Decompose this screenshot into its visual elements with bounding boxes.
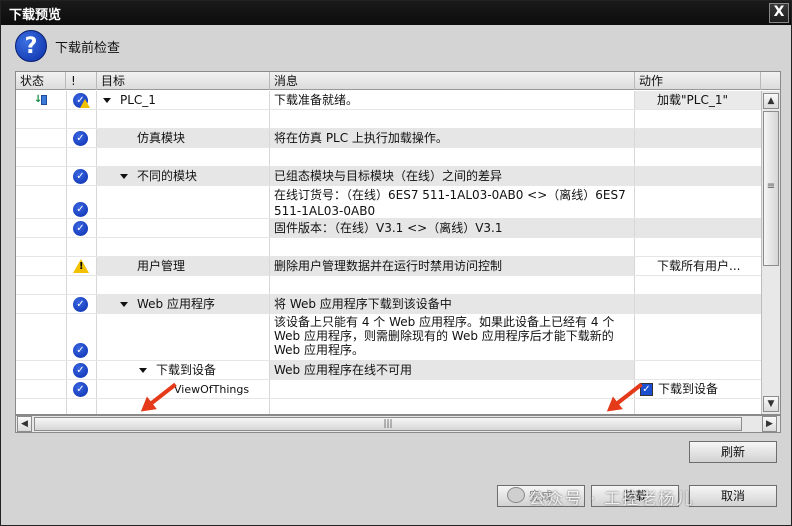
- row-target: 不同的模块: [137, 169, 198, 183]
- table-row[interactable]: ✓ 在线订货号：（在线）6ES7 511-1AL03-0AB0 <>（离线）6E…: [16, 186, 761, 219]
- expand-icon[interactable]: [120, 174, 128, 179]
- check-icon: ✓: [73, 297, 88, 312]
- table-row[interactable]: ✓ ViewOfThings ✓ 下载到设备: [16, 380, 761, 399]
- row-target: 用户管理: [97, 257, 269, 275]
- table-row[interactable]: ✓ 固件版本：（在线）V3.1 <>（离线）V3.1: [16, 219, 761, 238]
- action-select[interactable]: 加载"PLC_1": [635, 91, 761, 109]
- table-header: 状态 ! 目标 消息 动作: [16, 72, 780, 90]
- action-select[interactable]: 下载所有用户...: [635, 257, 761, 275]
- col-target[interactable]: 目标: [97, 72, 270, 90]
- table-row[interactable]: ✓ 该设备上只能有 4 个 Web 应用程序。如果此设备上已经有 4 个 Web…: [16, 314, 761, 361]
- check-icon: ✓: [73, 131, 88, 146]
- title-bar: 下载预览 X: [1, 1, 791, 25]
- row-target: 仿真模块: [97, 129, 269, 147]
- col-excl[interactable]: !: [67, 72, 97, 90]
- row-message: 已组态模块与目标模块（在线）之间的差异: [270, 167, 634, 185]
- online-sync-icon: ↓: [34, 95, 48, 105]
- expand-icon[interactable]: [120, 302, 128, 307]
- wechat-icon: [507, 487, 525, 503]
- expand-icon[interactable]: [139, 368, 147, 373]
- col-message[interactable]: 消息: [270, 72, 635, 90]
- check-table: 状态 ! 目标 消息 动作 ↓ ✓ PLC_1 下载准备就绪。 加载"PLC_1…: [15, 71, 781, 415]
- expand-icon[interactable]: [103, 98, 111, 103]
- row-message: 固件版本：（在线）V3.1 <>（离线）V3.1: [270, 219, 634, 237]
- scroll-down-icon[interactable]: ▼: [763, 396, 779, 412]
- refresh-button[interactable]: 刷新: [689, 441, 777, 463]
- scroll-right-icon[interactable]: ▶: [762, 416, 777, 432]
- row-message: 下载准备就绪。: [274, 93, 359, 107]
- row-target: ViewOfThings: [174, 383, 250, 396]
- header: ? 下载前检查: [15, 29, 120, 63]
- col-status[interactable]: 状态: [16, 72, 66, 90]
- horizontal-scrollbar[interactable]: ◀ ||| ▶: [15, 415, 781, 433]
- row-message: 在线订货号：（在线）6ES7 511-1AL03-0AB0 <>（离线）6ES7…: [274, 188, 626, 218]
- row-message: 该设备上只能有 4 个 Web 应用程序。如果此设备上已经有 4 个 Web 应…: [274, 315, 615, 357]
- header-title: 下载前检查: [55, 40, 121, 56]
- table-row[interactable]: ↓ ✓ PLC_1 下载准备就绪。 加载"PLC_1": [16, 91, 761, 110]
- table-row[interactable]: 用户管理 删除用户管理数据并在运行时禁用访问控制 下载所有用户...: [16, 257, 761, 276]
- check-warning-icon: ✓: [73, 93, 90, 109]
- download-preview-dialog: 下载预览 X ? 下载前检查 状态 ! 目标 消息 动作 ↓ ✓ PLC_1 下…: [0, 0, 792, 526]
- check-icon: ✓: [73, 202, 88, 217]
- check-icon: ✓: [73, 382, 88, 397]
- cancel-button[interactable]: 取消: [689, 485, 777, 507]
- watermark: 公众号 · 工控老杨儿: [507, 485, 694, 509]
- window-title: 下载预览: [9, 7, 62, 23]
- row-target: PLC_1: [120, 93, 156, 107]
- row-message: 删除用户管理数据并在运行时禁用访问控制: [270, 257, 634, 275]
- row-message: Web 应用程序在线不可用: [270, 361, 634, 379]
- row-message: 将在仿真 PLC 上执行加载操作。: [270, 129, 634, 147]
- col-action[interactable]: 动作: [635, 72, 761, 90]
- table-body: ↓ ✓ PLC_1 下载准备就绪。 加载"PLC_1" ✓ 仿真模块 将在仿真 …: [16, 91, 761, 414]
- check-icon: ✓: [73, 221, 88, 236]
- table-row[interactable]: ✓ 仿真模块 将在仿真 PLC 上执行加载操作。: [16, 129, 761, 148]
- scroll-up-icon[interactable]: ▲: [763, 93, 779, 109]
- check-icon: ✓: [73, 363, 88, 378]
- scroll-thumb[interactable]: ≡: [763, 111, 779, 266]
- row-message: 将 Web 应用程序下载到该设备中: [270, 295, 634, 313]
- warning-icon: [73, 259, 89, 273]
- close-button[interactable]: X: [769, 3, 789, 23]
- hscroll-thumb[interactable]: |||: [34, 417, 742, 431]
- check-icon: ✓: [73, 169, 88, 184]
- row-target: Web 应用程序: [137, 297, 215, 311]
- vertical-scrollbar[interactable]: ▲ ≡ ▼: [761, 91, 780, 414]
- action-label: 下载到设备: [658, 382, 719, 396]
- row-target: 下载到设备: [156, 363, 217, 377]
- scroll-left-icon[interactable]: ◀: [17, 416, 32, 432]
- table-row[interactable]: ✓ 下载到设备 Web 应用程序在线不可用: [16, 361, 761, 380]
- question-icon: ?: [15, 30, 47, 62]
- table-row[interactable]: ✓ Web 应用程序 将 Web 应用程序下载到该设备中: [16, 295, 761, 314]
- check-icon: ✓: [73, 343, 88, 358]
- table-row[interactable]: ✓ 不同的模块 已组态模块与目标模块（在线）之间的差异: [16, 167, 761, 186]
